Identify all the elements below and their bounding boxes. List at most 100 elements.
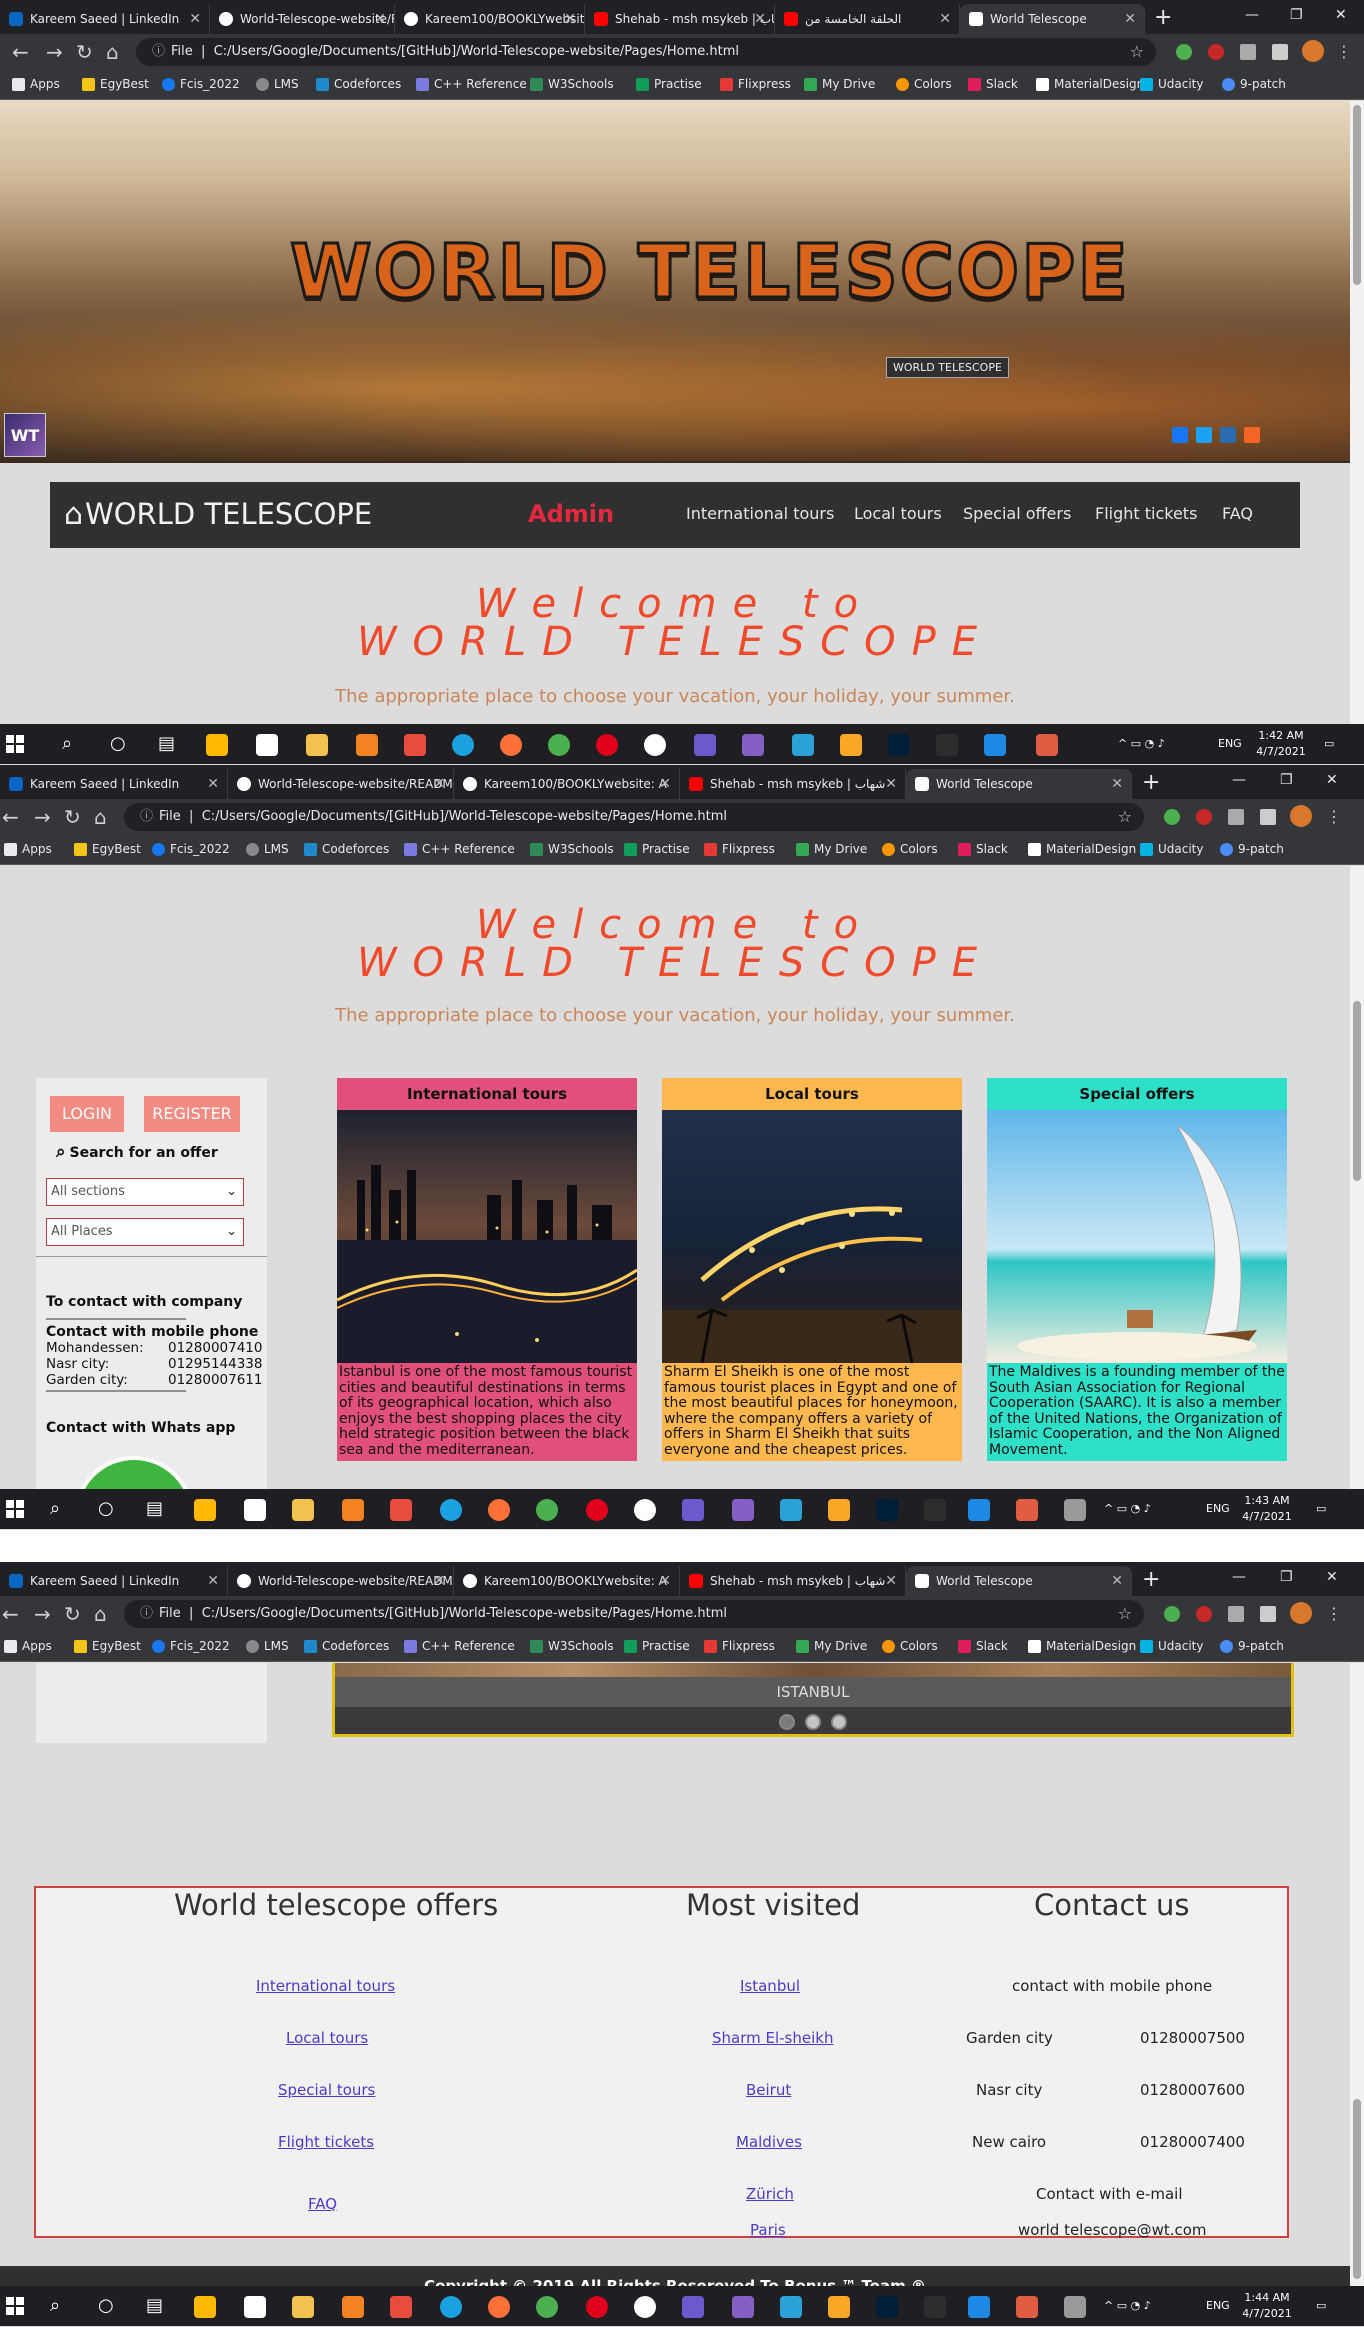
restore-button[interactable]: ❐ — [1280, 765, 1293, 795]
footer-link-sharm[interactable]: Sharm El-sheikh — [712, 2028, 833, 2048]
extension-icon[interactable] — [1196, 1606, 1212, 1622]
bookmark-flixpress[interactable]: Flixpress — [704, 1632, 775, 1660]
search-icon[interactable]: ⌕ — [50, 1495, 60, 1523]
search-icon[interactable]: ⌕ — [50, 2292, 60, 2320]
bookmark-lms[interactable]: LMS — [256, 70, 299, 98]
mail-icon[interactable] — [244, 1499, 266, 1521]
app-icon[interactable] — [694, 734, 716, 756]
bookmark-cpp-reference[interactable]: C++ Reference — [404, 835, 515, 863]
bookmark-w3schools[interactable]: W3Schools — [530, 1632, 614, 1660]
visual-studio-icon[interactable] — [732, 2296, 754, 2318]
bookmark-my-drive[interactable]: My Drive — [804, 70, 875, 98]
tab-youtube-shehab[interactable]: Shehab - msh msykeb | شهاب✕ — [680, 769, 906, 799]
app-icon[interactable] — [1016, 2296, 1038, 2318]
close-icon[interactable]: ✕ — [433, 769, 445, 799]
tab-github-bookly[interactable]: Kareem100/BOOKLYwebsite: A✕ — [395, 4, 585, 34]
slider-dot[interactable] — [831, 1714, 847, 1730]
footer-email[interactable]: world telescope@wt.com — [1018, 2220, 1207, 2240]
tab-github-readme[interactable]: World-Telescope-website/README.md✕ — [228, 1566, 454, 1596]
bookmark-lms[interactable]: LMS — [246, 835, 289, 863]
bookmark-star-icon[interactable]: ☆ — [1118, 1600, 1132, 1628]
chrome-icon[interactable] — [548, 734, 570, 756]
tab-linkedin[interactable]: Kareem Saeed | LinkedIn ✕ — [0, 4, 210, 34]
extension-icon[interactable] — [1208, 44, 1224, 60]
extension-icon[interactable] — [1176, 44, 1192, 60]
search-icon[interactable]: ⌕ — [62, 730, 72, 758]
forward-icon[interactable]: → — [34, 1600, 51, 1628]
address-bar[interactable]: ⓘ File | C:/Users/Google/Documents/[GitHu… — [124, 803, 1144, 831]
bookmark-colors[interactable]: Colors — [896, 70, 952, 98]
media-icon[interactable] — [1272, 44, 1288, 60]
tab-github-readme[interactable]: World-Telescope-website/README.md✕ — [210, 4, 395, 34]
bookmark-slack[interactable]: Slack — [968, 70, 1018, 98]
bookmark-flixpress[interactable]: Flixpress — [704, 835, 775, 863]
close-icon[interactable]: ✕ — [564, 4, 576, 34]
media-icon[interactable] — [1260, 809, 1276, 825]
minimize-button[interactable]: — — [1232, 765, 1246, 795]
clock[interactable]: 1:42 AM 4/7/2021 — [1246, 728, 1316, 760]
places-select[interactable]: All Places ⌄ — [46, 1218, 244, 1246]
facebook-icon[interactable] — [1172, 427, 1188, 443]
terminal-icon[interactable] — [936, 734, 958, 756]
notification-icon[interactable]: ▭ — [1324, 724, 1334, 764]
slider-dot[interactable] — [779, 1714, 795, 1730]
avatar[interactable] — [1302, 40, 1324, 62]
app-icon[interactable] — [634, 1499, 656, 1521]
menu-icon[interactable]: ⋮ — [1326, 1600, 1342, 1628]
close-icon[interactable]: ✕ — [885, 1566, 897, 1596]
language-indicator[interactable]: ENG — [1218, 724, 1242, 764]
whatsapp-icon[interactable] — [74, 1456, 194, 1489]
sections-select[interactable]: All sections ⌄ — [46, 1178, 244, 1206]
footer-link-faq[interactable]: FAQ — [308, 2194, 337, 2214]
bookmark-colors[interactable]: Colors — [882, 835, 938, 863]
bookmark-apps[interactable]: Apps — [12, 70, 60, 98]
close-icon[interactable]: ✕ — [189, 4, 201, 34]
store-icon[interactable] — [206, 734, 228, 756]
bookmark-star-icon[interactable]: ☆ — [1130, 38, 1144, 66]
folder-icon[interactable] — [292, 1499, 314, 1521]
close-icon[interactable]: ✕ — [374, 4, 386, 34]
tray-icons[interactable]: ^ ▭ ◔ ♪ — [1104, 1489, 1151, 1529]
photoshop-icon[interactable] — [888, 734, 910, 756]
avatar[interactable] — [1290, 1602, 1312, 1624]
bookmark-codeforces[interactable]: Codeforces — [304, 835, 389, 863]
bookmark-practise[interactable]: Practise — [624, 835, 690, 863]
bookmark-colors[interactable]: Colors — [882, 1632, 938, 1660]
minimize-button[interactable]: — — [1232, 1562, 1246, 1592]
close-icon[interactable]: ✕ — [885, 769, 897, 799]
footer-link-maldives[interactable]: Maldives — [736, 2132, 802, 2152]
bookmark-codeforces[interactable]: Codeforces — [316, 70, 401, 98]
bookmark-materialdesign[interactable]: MaterialDesign — [1028, 1632, 1136, 1660]
notification-icon[interactable]: ▭ — [1316, 1489, 1326, 1529]
nav-special-offers[interactable]: Special offers — [963, 502, 1071, 526]
offer-card-international[interactable]: International tours Istanbul is one of t… — [337, 1078, 637, 1461]
nav-flight-tickets[interactable]: Flight tickets — [1095, 502, 1197, 526]
opera-icon[interactable] — [596, 734, 618, 756]
register-button[interactable]: REGISTER — [144, 1096, 240, 1132]
tab-linkedin[interactable]: Kareem Saeed | LinkedIn ✕ — [0, 769, 228, 799]
tab-github-bookly[interactable]: Kareem100/BOOKLYwebsite: A✕ — [454, 1566, 680, 1596]
extension-icon[interactable] — [1196, 809, 1212, 825]
cortana-icon[interactable]: ○ — [110, 730, 126, 758]
login-button[interactable]: LOGIN — [50, 1096, 124, 1132]
visual-studio-icon[interactable] — [742, 734, 764, 756]
scrollbar[interactable] — [1350, 101, 1364, 724]
terminal-icon[interactable] — [924, 1499, 946, 1521]
vlc-icon[interactable] — [356, 734, 378, 756]
folder-icon[interactable] — [306, 734, 328, 756]
app-icon[interactable] — [968, 1499, 990, 1521]
close-icon[interactable]: ✕ — [433, 1566, 445, 1596]
app-icon[interactable] — [390, 2296, 412, 2318]
bookmark-udacity[interactable]: Udacity — [1140, 70, 1204, 98]
chrome-icon[interactable] — [536, 2296, 558, 2318]
address-bar[interactable]: ⓘ File | C:/Users/Google/Documents/[GitHu… — [124, 1600, 1144, 1628]
bookmark-udacity[interactable]: Udacity — [1140, 835, 1204, 863]
twitter-icon[interactable] — [1196, 427, 1212, 443]
footer-link-paris[interactable]: Paris — [750, 2220, 786, 2240]
app-icon[interactable] — [404, 734, 426, 756]
new-tab-button[interactable]: + — [1154, 4, 1172, 32]
tab-world-telescope[interactable]: World Telescope ✕ — [906, 769, 1132, 799]
app-icon[interactable] — [1064, 1499, 1086, 1521]
store-icon[interactable] — [194, 1499, 216, 1521]
bookmark-materialdesign[interactable]: MaterialDesign — [1036, 70, 1144, 98]
